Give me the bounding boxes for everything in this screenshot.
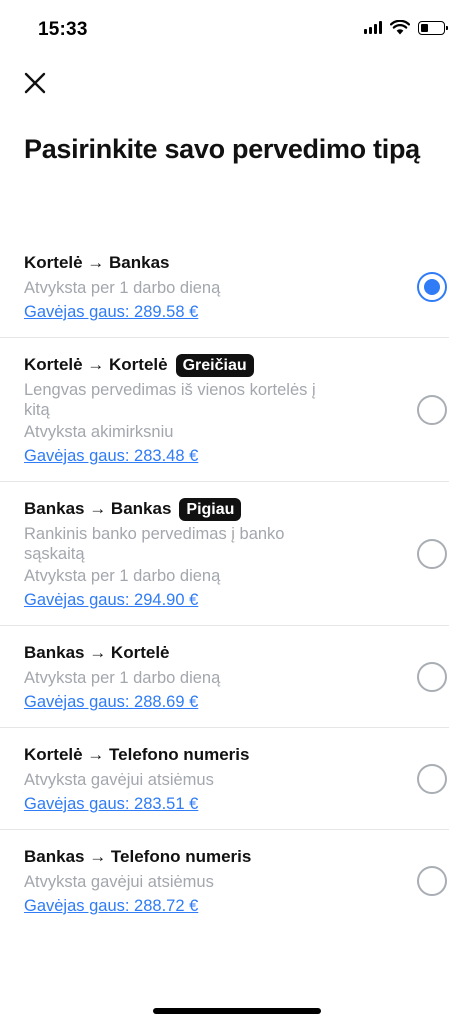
- transfer-option[interactable]: Kortelė → Kortelė Greičiau Lengvas pervedi…: [0, 338, 449, 482]
- option-description: Atvyksta gavėjui atsiėmus: [24, 771, 214, 789]
- radio-unselected-icon[interactable]: [417, 661, 447, 692]
- option-content: Kortelė → Telefono numeris Atvyksta gavėj…: [24, 742, 425, 815]
- transfer-option[interactable]: Bankas → Kortelė Atvyksta per 1 darbo die…: [0, 626, 449, 728]
- recipient-amount-link[interactable]: Gavėjas gaus: 288.69 €: [24, 691, 198, 713]
- option-description: Atvyksta gavėjui atsiėmus: [24, 873, 214, 891]
- transfer-type-list: Kortelė → Bankas Atvyksta per 1 darbo die…: [0, 236, 473, 931]
- option-content: Bankas → Kortelė Atvyksta per 1 darbo die…: [24, 640, 425, 713]
- option-title-row: Kortelė → Kortelė Greičiau: [24, 352, 385, 378]
- transfer-option[interactable]: Kortelė → Telefono numeris Atvyksta gavėj…: [0, 728, 449, 830]
- option-description: Atvyksta akimirksniu: [24, 423, 174, 441]
- option-title-row: Bankas → Telefono numeris: [24, 844, 385, 870]
- option-title: Kortelė → Kortelė: [24, 355, 168, 374]
- status-time: 15:33: [38, 19, 88, 40]
- page-title: Pasirinkite savo pervedimo tipą: [24, 134, 420, 164]
- option-title-row: Kortelė → Bankas: [24, 250, 385, 276]
- option-description: Atvyksta per 1 darbo dieną: [24, 567, 221, 585]
- recipient-amount-link[interactable]: Gavėjas gaus: 288.72 €: [24, 895, 198, 917]
- wifi-icon: [390, 20, 410, 35]
- recipient-amount-link[interactable]: Gavėjas gaus: 289.58 €: [24, 301, 198, 323]
- radio-unselected-icon[interactable]: [417, 538, 447, 569]
- option-badge: Greičiau: [175, 353, 254, 377]
- option-content: Bankas → Telefono numeris Atvyksta gavėju…: [24, 844, 425, 917]
- status-icons: [364, 20, 448, 35]
- option-title: Bankas → Bankas: [24, 499, 172, 518]
- option-description: Rankinis banko pervedimas į banko sąskai…: [24, 525, 285, 563]
- option-title-row: Bankas → Kortelė: [24, 640, 385, 666]
- option-description: Atvyksta per 1 darbo dieną: [24, 669, 221, 687]
- signal-icon: [364, 21, 382, 34]
- status-bar: 15:33: [0, 0, 473, 58]
- recipient-amount-link[interactable]: Gavėjas gaus: 294.90 €: [24, 589, 198, 611]
- option-description: Lengvas pervedimas iš vienos kortelės į …: [24, 381, 316, 419]
- recipient-amount-link[interactable]: Gavėjas gaus: 283.48 €: [24, 445, 198, 467]
- recipient-amount-link[interactable]: Gavėjas gaus: 283.51 €: [24, 793, 198, 815]
- radio-selected-icon[interactable]: [417, 271, 447, 302]
- option-content: Kortelė → Bankas Atvyksta per 1 darbo die…: [24, 250, 425, 323]
- transfer-option[interactable]: Bankas → Bankas Pigiau Rankinis banko perv…: [0, 482, 449, 626]
- option-title-row: Kortelė → Telefono numeris: [24, 742, 385, 768]
- option-title: Kortelė → Bankas: [24, 253, 170, 272]
- option-content: Kortelė → Kortelė Greičiau Lengvas pervedi…: [24, 352, 425, 467]
- option-badge: Pigiau: [179, 497, 242, 521]
- option-title-row: Bankas → Bankas Pigiau: [24, 496, 385, 522]
- transfer-option[interactable]: Bankas → Telefono numeris Atvyksta gavėju…: [0, 830, 449, 931]
- option-content: Bankas → Bankas Pigiau Rankinis banko perv…: [24, 496, 425, 611]
- option-title: Kortelė → Telefono numeris: [24, 745, 250, 764]
- option-description: Atvyksta per 1 darbo dieną: [24, 279, 221, 297]
- option-title: Bankas → Kortelė: [24, 643, 170, 662]
- battery-icon: [418, 20, 448, 35]
- home-indicator: [153, 1008, 321, 1014]
- radio-unselected-icon[interactable]: [417, 763, 447, 794]
- battery-level: [421, 23, 429, 32]
- radio-unselected-icon[interactable]: [417, 865, 447, 896]
- option-title: Bankas → Telefono numeris: [24, 847, 252, 866]
- radio-unselected-icon[interactable]: [417, 394, 447, 425]
- transfer-option[interactable]: Kortelė → Bankas Atvyksta per 1 darbo die…: [0, 236, 449, 338]
- close-button[interactable]: [20, 68, 50, 98]
- close-icon: [24, 72, 46, 94]
